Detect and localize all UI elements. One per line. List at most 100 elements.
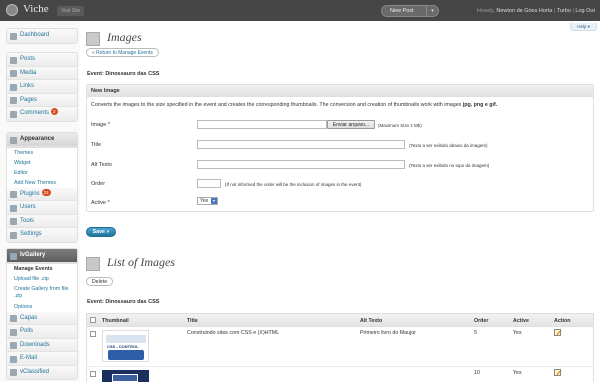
sidebar-item-media[interactable]: Media bbox=[7, 66, 77, 80]
title-label: Title bbox=[91, 142, 102, 148]
sidebar-item-label: Pages bbox=[20, 96, 38, 103]
order-label: Order bbox=[91, 181, 106, 187]
sidebar-item-label: Settings bbox=[20, 231, 42, 237]
visit-site-button[interactable]: Visit Site bbox=[57, 6, 85, 16]
ivgallery-submenu: Manage Events Upload file .zip Create Ga… bbox=[7, 262, 77, 312]
sidebar-item-appearance[interactable]: Appearance bbox=[7, 133, 77, 147]
sidebar-item-settings[interactable]: Settings bbox=[7, 228, 77, 242]
comments-count-badge: 2 bbox=[51, 108, 58, 115]
sidebar-item-downloads[interactable]: Downloads bbox=[7, 338, 77, 352]
book-cover-thumbnail[interactable] bbox=[102, 370, 149, 382]
order-hint: (If not informed the order will be the i… bbox=[225, 182, 362, 187]
menu-group-dashboard: Dashboard bbox=[6, 28, 78, 44]
help-tab[interactable]: Help ▾ bbox=[570, 23, 597, 31]
row-checkbox[interactable] bbox=[90, 371, 96, 377]
row-active: Yes bbox=[513, 330, 522, 336]
sidebar-item-tools[interactable]: Tools bbox=[7, 214, 77, 228]
new-post-button[interactable]: New Post ▾ bbox=[381, 5, 439, 17]
site-title[interactable]: Viche bbox=[23, 3, 49, 15]
submenu-item-create-gallery-zip[interactable]: Create Gallery from file .zip bbox=[7, 284, 77, 302]
new-image-panel: New Image Converts the images to the siz… bbox=[86, 84, 594, 212]
column-title[interactable]: Title bbox=[187, 318, 198, 324]
image-size-hint: (Maximum Size 2 Mb) bbox=[378, 123, 422, 128]
submenu-item-upload-zip[interactable]: Upload file .zip bbox=[7, 274, 77, 284]
logout-link[interactable]: Log Out bbox=[575, 8, 595, 14]
event-label: Event: Dinossauro das CSS bbox=[87, 71, 160, 77]
description-text: Converts the images to the size specifie… bbox=[91, 102, 463, 108]
submenu-item-themes[interactable]: Themes bbox=[7, 148, 77, 158]
images-table: Thumbnail Title Alt Texto Order Active A… bbox=[86, 313, 594, 382]
sidebar-item-plugins[interactable]: Plugins 21 bbox=[7, 187, 77, 201]
sidebar-item-users[interactable]: Users bbox=[7, 201, 77, 215]
sidebar-item-label: Media bbox=[20, 69, 37, 76]
browse-file-button[interactable]: Enviar arquivo... bbox=[327, 120, 375, 129]
save-button[interactable]: Save » bbox=[86, 227, 116, 237]
order-input[interactable] bbox=[197, 179, 221, 188]
column-order[interactable]: Order bbox=[474, 318, 488, 324]
appearance-submenu: Themes Widget Editor Add New Themes bbox=[7, 146, 77, 188]
plugins-count-badge: 21 bbox=[41, 188, 51, 196]
table-row: CSS - CONTROL Construindo sites com CSS … bbox=[87, 327, 593, 367]
edit-icon[interactable] bbox=[554, 329, 561, 336]
table-header: Thumbnail Title Alt Texto Order Active A… bbox=[87, 314, 593, 327]
sidebar-item-polls[interactable]: Polls bbox=[7, 325, 77, 339]
edit-icon[interactable] bbox=[554, 369, 561, 376]
sidebar-item-posts[interactable]: Posts bbox=[7, 53, 77, 67]
active-label: Active * bbox=[91, 200, 110, 206]
sidebar-item-label: Plugins bbox=[20, 190, 40, 197]
links-icon bbox=[10, 83, 17, 91]
submenu-item-options[interactable]: Options bbox=[7, 302, 77, 312]
page-title: Images bbox=[107, 30, 142, 44]
sidebar-item-dashboard[interactable]: Dashboard bbox=[7, 29, 77, 43]
column-thumbnail[interactable]: Thumbnail bbox=[102, 318, 129, 324]
chevron-down-icon[interactable]: ▾ bbox=[426, 6, 438, 16]
title-input[interactable] bbox=[197, 140, 405, 149]
appearance-icon bbox=[10, 136, 17, 144]
submenu-item-editor[interactable]: Editor bbox=[7, 168, 77, 178]
book-cover-thumbnail[interactable]: CSS - CONTROL bbox=[102, 330, 149, 362]
column-active[interactable]: Active bbox=[513, 318, 529, 324]
sidebar-item-label: Capas bbox=[20, 314, 38, 321]
sidebar-item-email[interactable]: E-Mail bbox=[7, 352, 77, 366]
sidebar-item-label: Posts bbox=[20, 56, 36, 62]
sidebar-item-ivgallery[interactable]: IvGallery bbox=[7, 249, 77, 263]
sidebar-item-vclassified[interactable]: vClassified bbox=[7, 365, 77, 379]
table-row: 10 Yes bbox=[87, 367, 593, 382]
menu-group-admin: Appearance Themes Widget Editor Add New … bbox=[6, 132, 78, 243]
column-action[interactable]: Action bbox=[554, 318, 570, 324]
separator: | bbox=[572, 8, 574, 14]
submenu-item-manage-events[interactable]: Manage Events bbox=[7, 264, 77, 274]
image-file-input[interactable] bbox=[197, 120, 327, 129]
description-formats: jpg, png e gif. bbox=[462, 102, 498, 108]
active-select[interactable]: Yes ▾ bbox=[197, 197, 218, 205]
thumbnail-graphic bbox=[106, 335, 146, 343]
list-images-icon bbox=[86, 257, 100, 271]
alt-text-input[interactable] bbox=[197, 160, 405, 169]
row-order: 10 bbox=[474, 370, 480, 376]
pages-icon bbox=[10, 97, 17, 104]
sidebar-item-label: Tools bbox=[20, 217, 35, 224]
active-select-value: Yes bbox=[200, 198, 209, 204]
comments-icon bbox=[10, 110, 17, 118]
column-alt-texto[interactable]: Alt Texto bbox=[360, 318, 382, 324]
submenu-item-widget[interactable]: Widget bbox=[7, 158, 77, 168]
sidebar-item-label: Links bbox=[20, 83, 35, 89]
sidebar-item-links[interactable]: Links bbox=[7, 80, 77, 94]
select-all-checkbox[interactable] bbox=[90, 317, 96, 323]
list-event-label: Event: Dinossauro das CSS bbox=[87, 299, 160, 305]
submenu-item-add-new-themes[interactable]: Add New Themes bbox=[7, 178, 77, 188]
user-name-link[interactable]: Newton de Góes Horta bbox=[496, 8, 552, 14]
sidebar-item-comments[interactable]: Comments 2 bbox=[7, 107, 77, 121]
delete-button[interactable]: Delete bbox=[86, 277, 113, 286]
wordpress-logo-icon[interactable] bbox=[6, 4, 18, 16]
sidebar-item-label: Users bbox=[20, 204, 36, 210]
separator: | bbox=[553, 8, 556, 14]
turbo-link[interactable]: Turbo bbox=[557, 8, 571, 14]
sidebar-item-pages[interactable]: Pages bbox=[7, 93, 77, 107]
main-content: Help ▾ Images « Return to Manage Events … bbox=[80, 21, 600, 382]
sidebar-item-label: vClassified bbox=[20, 368, 50, 375]
gallery-icon bbox=[10, 252, 17, 260]
sidebar-item-capas[interactable]: Capas bbox=[7, 311, 77, 325]
return-to-events-button[interactable]: « Return to Manage Events bbox=[86, 48, 159, 57]
row-checkbox[interactable] bbox=[90, 331, 96, 337]
